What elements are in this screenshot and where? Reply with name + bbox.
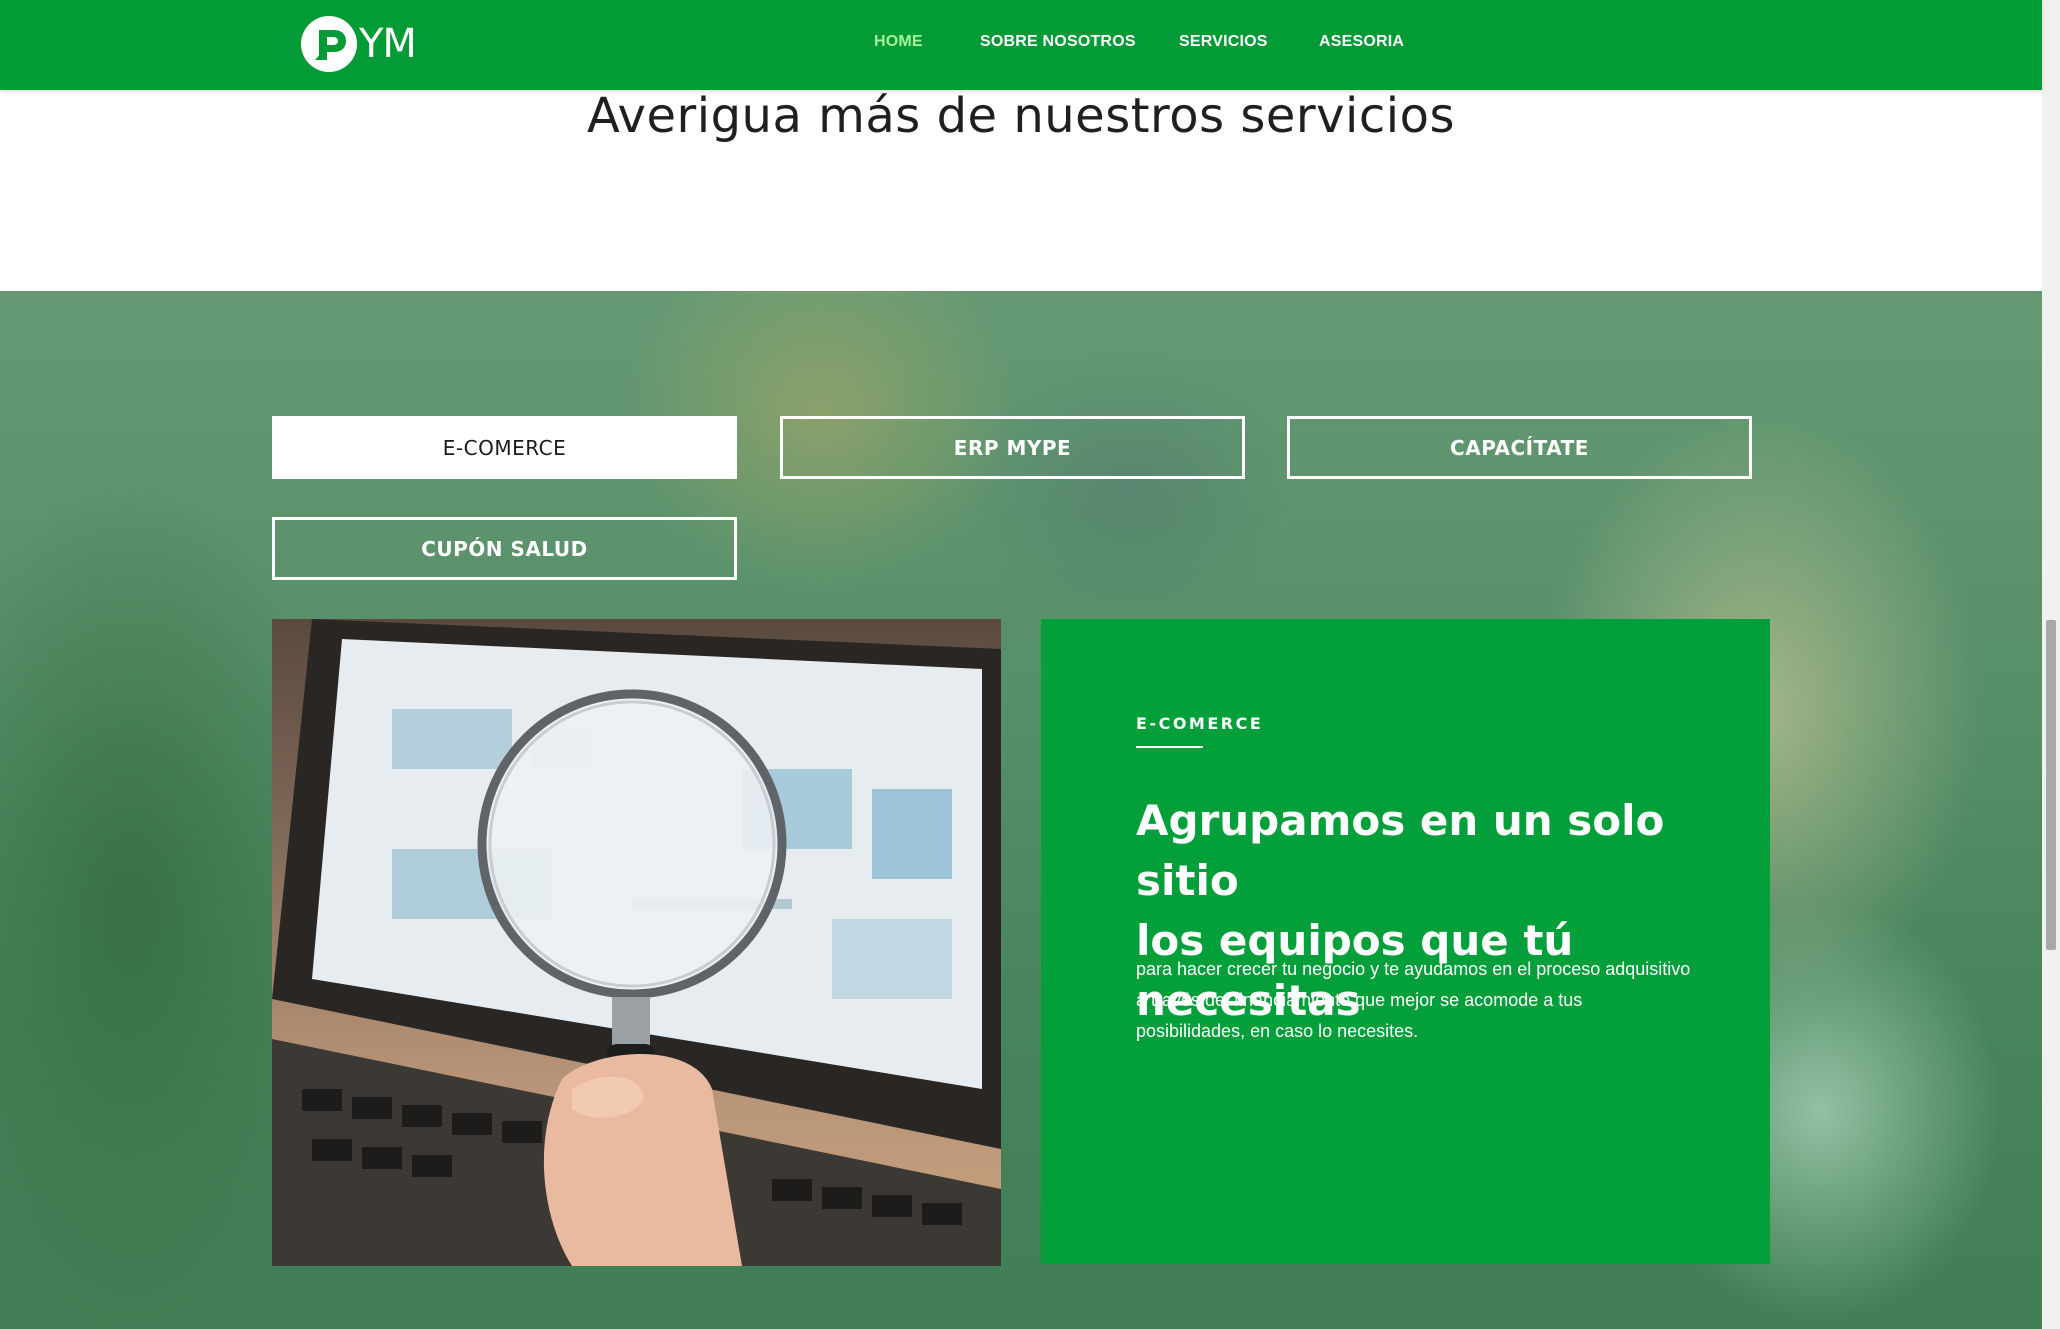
top-navbar: YM HOME SOBRE NOSOTROS SERVICIOS ASESORI… [0,0,2042,90]
scrollbar-thumb[interactable] [2046,620,2056,950]
card-description: para hacer crecer tu negocio y te ayudam… [1136,954,1726,1047]
nav-asesoria[interactable]: ASESORIA [1319,33,1404,51]
card-body-line-1: para hacer crecer tu negocio y te ayudam… [1136,959,1691,979]
card-divider [1136,746,1203,748]
card-body-line-3: posibilidades, en caso lo necesites. [1136,1021,1419,1041]
tab-cupon-salud[interactable]: CUPÓN SALUD [272,517,737,580]
nav-home[interactable]: HOME [874,33,923,51]
card-eyebrow: E-COMERCE [1136,714,1264,733]
service-card: E-COMERCE Agrupamos en un solo sitio los… [1041,619,1770,1264]
nav-sobre-nosotros[interactable]: SOBRE NOSOTROS [980,33,1136,51]
card-title-line-1: Agrupamos en un solo sitio [1136,796,1665,905]
tab-e-comerce[interactable]: E-COMERCE [272,416,737,479]
main-nav: HOME SOBRE NOSOTROS SERVICIOS ASESORIA [0,0,2042,90]
page-scrollbar[interactable] [2042,0,2060,1329]
section-title: Averigua más de nuestros servicios [587,88,1455,144]
tab-capacitate[interactable]: CAPACÍTATE [1287,416,1752,479]
laptop-magnifier-image [272,619,1001,1266]
card-body-line-2: a través del financiamiento que mejor se… [1136,990,1583,1010]
tab-erp-mype[interactable]: ERP MYPE [780,416,1245,479]
nav-servicios[interactable]: SERVICIOS [1179,33,1268,51]
